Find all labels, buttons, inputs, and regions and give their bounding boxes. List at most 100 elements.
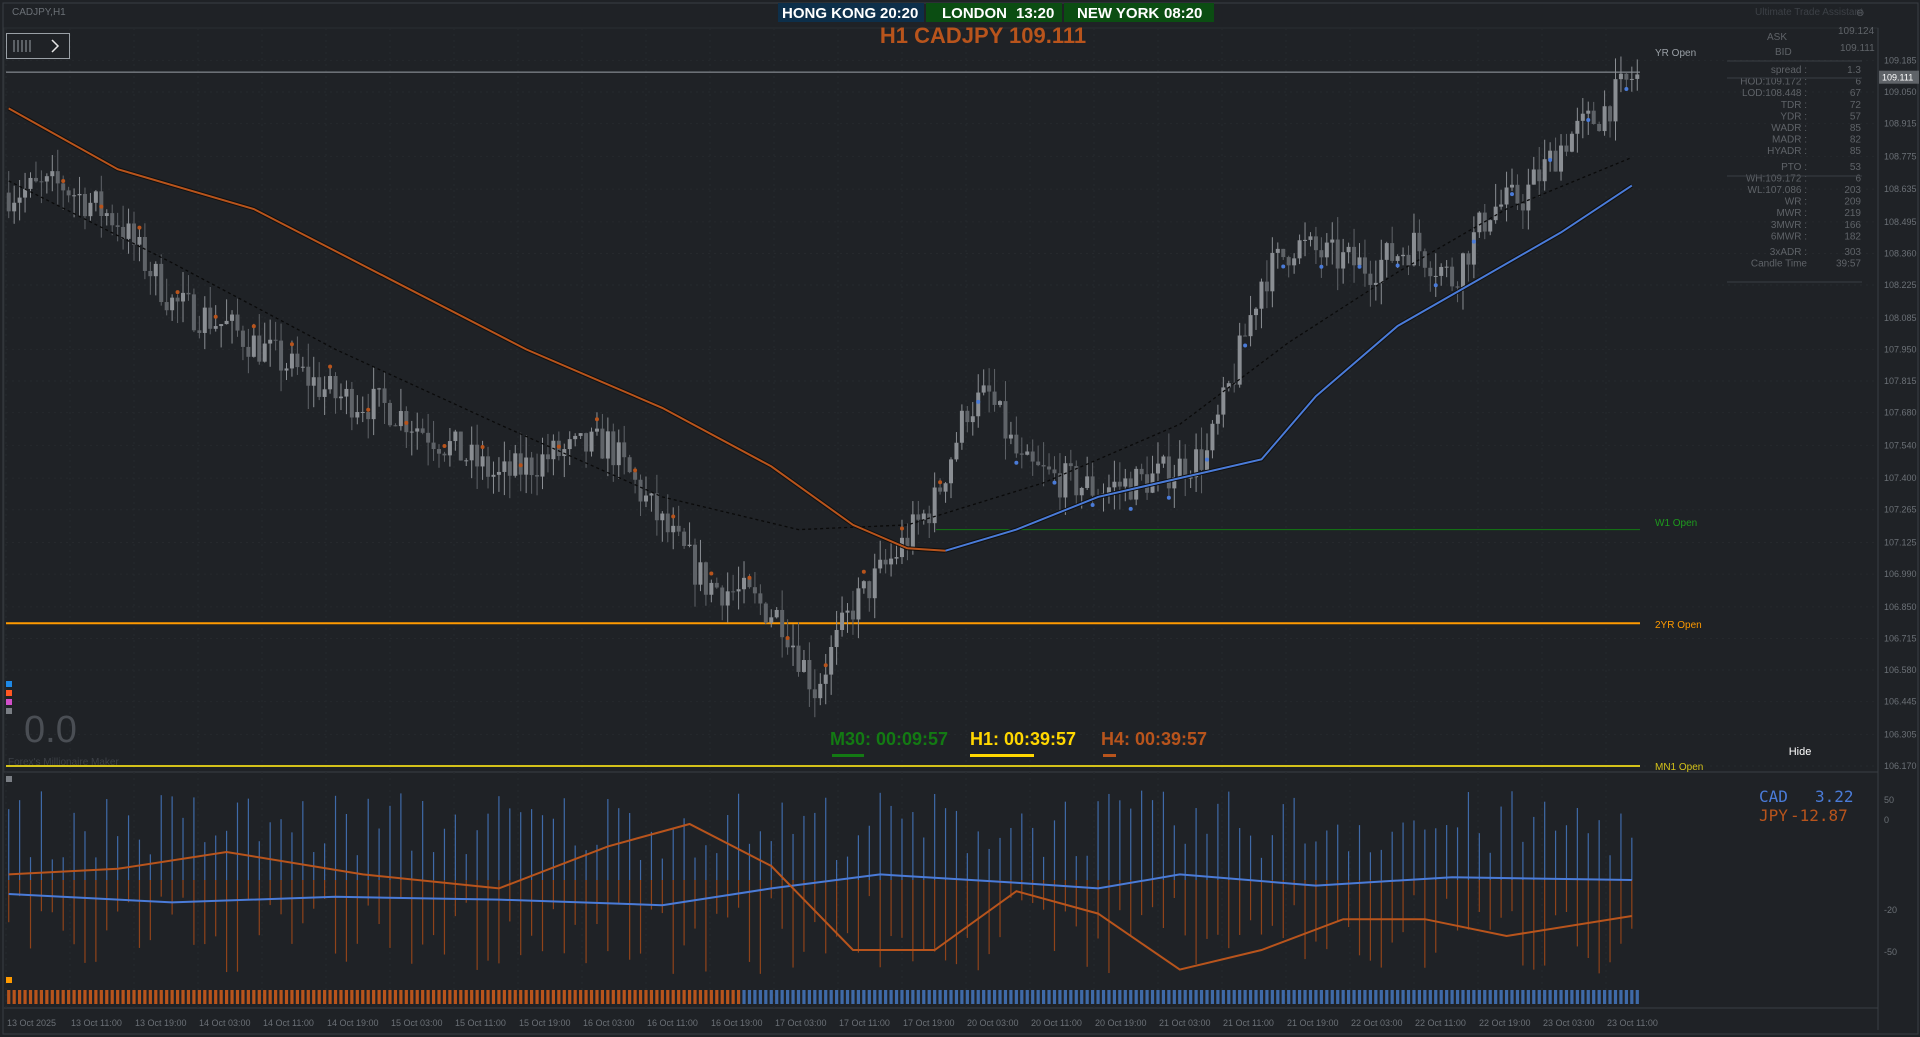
regime-bar	[67, 990, 71, 1004]
regime-bar	[1510, 990, 1514, 1004]
regime-bar	[1161, 990, 1166, 1004]
regime-bar	[399, 990, 403, 1004]
regime-bar	[519, 990, 523, 1004]
regime-bar	[1445, 990, 1449, 1004]
candle-body	[769, 617, 774, 623]
candle-body	[475, 444, 480, 467]
regime-bar	[186, 990, 191, 1004]
candle-body	[366, 411, 371, 420]
regime-bar	[1553, 990, 1558, 1004]
candle-body	[883, 559, 888, 565]
candle-body	[360, 411, 365, 413]
regime-bar	[1455, 990, 1460, 1004]
candle-body	[273, 339, 278, 341]
candle-body	[976, 392, 981, 417]
signal-dot	[328, 364, 333, 369]
signal-dot	[594, 417, 599, 422]
regime-bar	[77, 990, 82, 1004]
session-hongkong-label: HONG KONG	[782, 5, 876, 22]
price-tick-label: 106.850	[1884, 602, 1917, 612]
time-tick-label: 23 Oct 03:00	[1543, 1018, 1595, 1028]
regime-bar	[758, 990, 762, 1004]
regime-bar	[1352, 990, 1356, 1004]
time-tick-label: 21 Oct 11:00	[1223, 1018, 1274, 1028]
candle-body	[17, 197, 22, 203]
candle-body	[1531, 169, 1536, 185]
regime-bar	[698, 990, 703, 1004]
candle-body	[643, 495, 648, 502]
price-tick-label: 107.815	[1884, 376, 1917, 386]
regime-bar	[1199, 990, 1204, 1004]
regime-bar	[34, 990, 38, 1004]
candle-body	[703, 562, 708, 595]
regime-bar	[388, 990, 392, 1004]
navigation-button[interactable]	[6, 33, 70, 59]
regime-bar	[475, 990, 479, 1004]
regime-bar	[464, 990, 468, 1004]
candle-body	[115, 225, 120, 227]
jpy-value: -12.87	[1790, 806, 1848, 825]
regime-bar	[1423, 990, 1427, 1004]
candle-body	[1324, 242, 1329, 258]
window-title: CADJPY,H1	[12, 7, 66, 18]
time-tick-label: 15 Oct 03:00	[391, 1018, 443, 1028]
regime-bar	[56, 990, 60, 1004]
hide-button[interactable]: Hide	[1770, 740, 1830, 764]
candle-body	[562, 449, 567, 457]
regime-bar	[1308, 990, 1313, 1004]
candle-body	[1243, 335, 1248, 337]
candle-body	[959, 410, 964, 443]
watermark: Forex's Millionaire Maker	[8, 757, 119, 768]
candle-body	[1450, 266, 1455, 287]
2yr-open-label: 2YR Open	[1655, 620, 1702, 631]
signal-dot	[785, 635, 790, 640]
regime-bar	[720, 990, 724, 1004]
candle-body	[627, 457, 632, 473]
candle-body	[486, 456, 491, 477]
regime-bar	[1080, 990, 1084, 1004]
regime-bar	[878, 990, 882, 1004]
regime-bar	[1063, 990, 1067, 1004]
candle-body	[1085, 476, 1090, 488]
price-tick-label: 108.915	[1884, 119, 1917, 129]
session-london-time: 13:20	[1016, 5, 1054, 22]
regime-bar	[1041, 990, 1046, 1004]
time-tick-label: 14 Oct 19:00	[327, 1018, 379, 1028]
regime-bar	[339, 990, 343, 1004]
regime-bar	[1270, 990, 1274, 1004]
regime-bar	[263, 990, 267, 1004]
regime-bar	[911, 990, 915, 1004]
regime-bar	[1526, 990, 1530, 1004]
regime-bar	[1374, 990, 1378, 1004]
candle-body	[1635, 74, 1640, 79]
candle-body	[1036, 461, 1041, 466]
strength-tick-label: -50	[1884, 947, 1897, 957]
candle-body	[1134, 468, 1139, 500]
signal-dot	[976, 399, 981, 404]
regime-bar	[579, 990, 583, 1004]
regime-bar	[1281, 990, 1285, 1004]
candle-body	[170, 297, 175, 311]
candle-body	[219, 324, 224, 327]
panel-row-label: Candle Time	[1751, 259, 1808, 270]
regime-bar	[1488, 990, 1492, 1004]
candle-body	[1433, 275, 1438, 277]
regime-bar	[252, 990, 256, 1004]
candle-body	[1390, 243, 1395, 261]
regime-bar	[235, 990, 240, 1004]
regime-bar	[1238, 990, 1242, 1004]
regime-bar	[1183, 990, 1187, 1004]
regime-bar	[780, 990, 784, 1004]
candle-body	[1052, 469, 1057, 474]
strength-tick-label: -20	[1884, 905, 1897, 915]
candle-body	[916, 514, 921, 520]
signal-dot	[137, 225, 142, 230]
session-bar: HONG KONG 20:20 LONDON 13:20 NEW YORK 08…	[778, 3, 1214, 22]
candle-body	[780, 609, 785, 638]
panel-close-icon[interactable]: ⊖	[1856, 8, 1864, 19]
price-tick-label: 107.680	[1884, 408, 1917, 418]
signal-dot	[366, 407, 371, 412]
regime-bar	[954, 990, 959, 1004]
price-tick-label: 106.990	[1884, 569, 1917, 579]
regime-bar	[1123, 990, 1127, 1004]
